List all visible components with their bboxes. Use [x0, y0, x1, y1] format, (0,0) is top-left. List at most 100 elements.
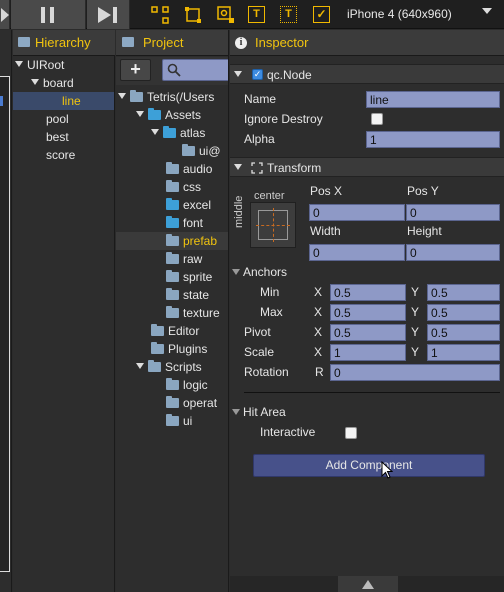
node-enabled-checkbox[interactable]: ✓: [252, 69, 263, 80]
tree-item-prefab-selected[interactable]: prefab: [116, 232, 228, 250]
tree-item-board[interactable]: board: [31, 74, 74, 92]
name-label: Name: [244, 92, 277, 106]
width-label: Width: [310, 224, 341, 238]
anchor-preset-crosshair-v: [273, 208, 274, 242]
folder-icon: [166, 414, 179, 426]
project-panel: Project + Tetris(/Users Assets atlas ui@…: [116, 30, 229, 592]
rotation-label: Rotation: [244, 365, 289, 379]
text-tool-button[interactable]: T: [248, 6, 265, 23]
tree-item-css[interactable]: css: [166, 178, 201, 196]
scroll-up-icon: [362, 580, 374, 589]
pos-x-field[interactable]: [309, 204, 405, 221]
tree-item-excel[interactable]: excel: [166, 196, 211, 214]
tree-item-scripts[interactable]: Scripts: [136, 358, 202, 376]
transform-section-header[interactable]: Transform: [230, 157, 504, 177]
hierarchy-tab[interactable]: Hierarchy: [13, 30, 115, 56]
checkbox-tool-button[interactable]: ✓: [313, 6, 330, 23]
hit-area-toggle[interactable]: Hit Area: [232, 405, 312, 421]
tree-item-assets[interactable]: Assets: [136, 106, 201, 124]
info-icon: i: [235, 37, 247, 49]
tree-item-operat[interactable]: operat: [166, 394, 217, 412]
scale-x-field[interactable]: [330, 344, 406, 361]
device-selector[interactable]: iPhone 4 (640x960): [347, 7, 452, 21]
inspector-tab[interactable]: i Inspector: [230, 30, 504, 56]
interactive-checkbox[interactable]: [345, 427, 357, 439]
ignore-destroy-checkbox[interactable]: [371, 113, 383, 125]
add-asset-button[interactable]: +: [120, 59, 151, 81]
name-field[interactable]: [366, 91, 500, 108]
node-section-header[interactable]: ✓ qc.Node: [230, 64, 504, 84]
tree-item-line-selected[interactable]: line: [13, 92, 114, 110]
scale-x-axis-label: X: [314, 345, 323, 359]
rotation-axis-label: R: [315, 365, 324, 379]
tree-item-uiroot[interactable]: UIRoot: [15, 56, 64, 74]
max-label: Max: [260, 305, 283, 319]
expand-arrow-icon[interactable]: [15, 61, 23, 67]
project-tab[interactable]: Project: [116, 30, 228, 56]
text-frame-tool-button[interactable]: T: [280, 6, 297, 23]
add-component-button[interactable]: Add Component: [253, 454, 485, 477]
collapse-arrow-icon[interactable]: [234, 164, 242, 170]
folder-icon: [166, 162, 179, 174]
folder-icon: [166, 180, 179, 192]
search-input[interactable]: [162, 59, 228, 81]
expand-arrow-icon[interactable]: [136, 111, 144, 117]
tree-item-audio[interactable]: audio: [166, 160, 212, 178]
pivot-x-field[interactable]: [330, 324, 406, 341]
tree-item-sprite[interactable]: sprite: [166, 268, 212, 286]
tree-item-pool[interactable]: pool: [46, 110, 69, 128]
anchor-max-y-field[interactable]: [427, 304, 500, 321]
pos-y-field[interactable]: [406, 204, 500, 221]
height-field[interactable]: [406, 244, 500, 261]
tree-item-best[interactable]: best: [46, 128, 69, 146]
tree-item-plugins[interactable]: Plugins: [151, 340, 207, 358]
expand-arrow-icon[interactable]: [31, 79, 39, 85]
tree-item-font[interactable]: font: [166, 214, 203, 232]
expand-arrow-icon[interactable]: [118, 93, 126, 99]
anchors-toggle[interactable]: Anchors: [232, 265, 312, 281]
step-button[interactable]: [87, 0, 130, 29]
tree-item-score[interactable]: score: [46, 146, 75, 164]
anchor-middle-label: middle: [233, 195, 245, 228]
tree-item-atlas[interactable]: atlas: [151, 124, 205, 142]
rotation-field[interactable]: [330, 364, 500, 381]
folder-icon: [166, 378, 179, 390]
tree-item-editor[interactable]: Editor: [151, 322, 199, 340]
anchor-min-y-field[interactable]: [427, 284, 500, 301]
anchors-collapse-icon[interactable]: [232, 269, 240, 275]
scroll-up-button[interactable]: [338, 576, 398, 592]
anchor-max-x-field[interactable]: [330, 304, 406, 321]
anchor-center-label: center: [254, 190, 285, 202]
rect-tool-button[interactable]: [183, 0, 203, 29]
camera-tool-button[interactable]: [216, 0, 236, 29]
alpha-field[interactable]: [366, 131, 500, 148]
height-label: Height: [407, 224, 442, 238]
pause-icon: [41, 6, 54, 23]
play-icon: [0, 7, 9, 22]
device-dropdown-icon[interactable]: [482, 8, 492, 14]
max-x-axis-label: X: [314, 305, 323, 319]
tree-item-logic[interactable]: logic: [166, 376, 208, 394]
pause-button[interactable]: [11, 0, 86, 29]
tree-item-ui[interactable]: ui: [166, 412, 192, 430]
move-tool-button[interactable]: [150, 0, 170, 29]
tree-item-raw[interactable]: raw: [166, 250, 202, 268]
file-icon: [182, 144, 195, 156]
expand-arrow-icon[interactable]: [136, 363, 144, 369]
tree-item-ui-atlas[interactable]: ui@: [182, 142, 221, 160]
scale-y-field[interactable]: [427, 344, 500, 361]
hierarchy-icon: [18, 37, 30, 47]
expand-arrow-icon[interactable]: [151, 129, 159, 135]
tree-item-texture[interactable]: texture: [166, 304, 220, 322]
anchor-preset-button[interactable]: [250, 202, 296, 248]
atlas-folder-icon: [163, 126, 176, 138]
play-button[interactable]: [0, 0, 10, 29]
hit-area-collapse-icon[interactable]: [232, 409, 240, 415]
tree-item-state[interactable]: state: [166, 286, 209, 304]
tree-item-project-root[interactable]: Tetris(/Users: [118, 88, 214, 106]
pivot-y-field[interactable]: [427, 324, 500, 341]
rect-tool-icon: [185, 7, 201, 23]
collapse-arrow-icon[interactable]: [234, 71, 242, 77]
width-field[interactable]: [309, 244, 405, 261]
anchor-min-x-field[interactable]: [330, 284, 406, 301]
